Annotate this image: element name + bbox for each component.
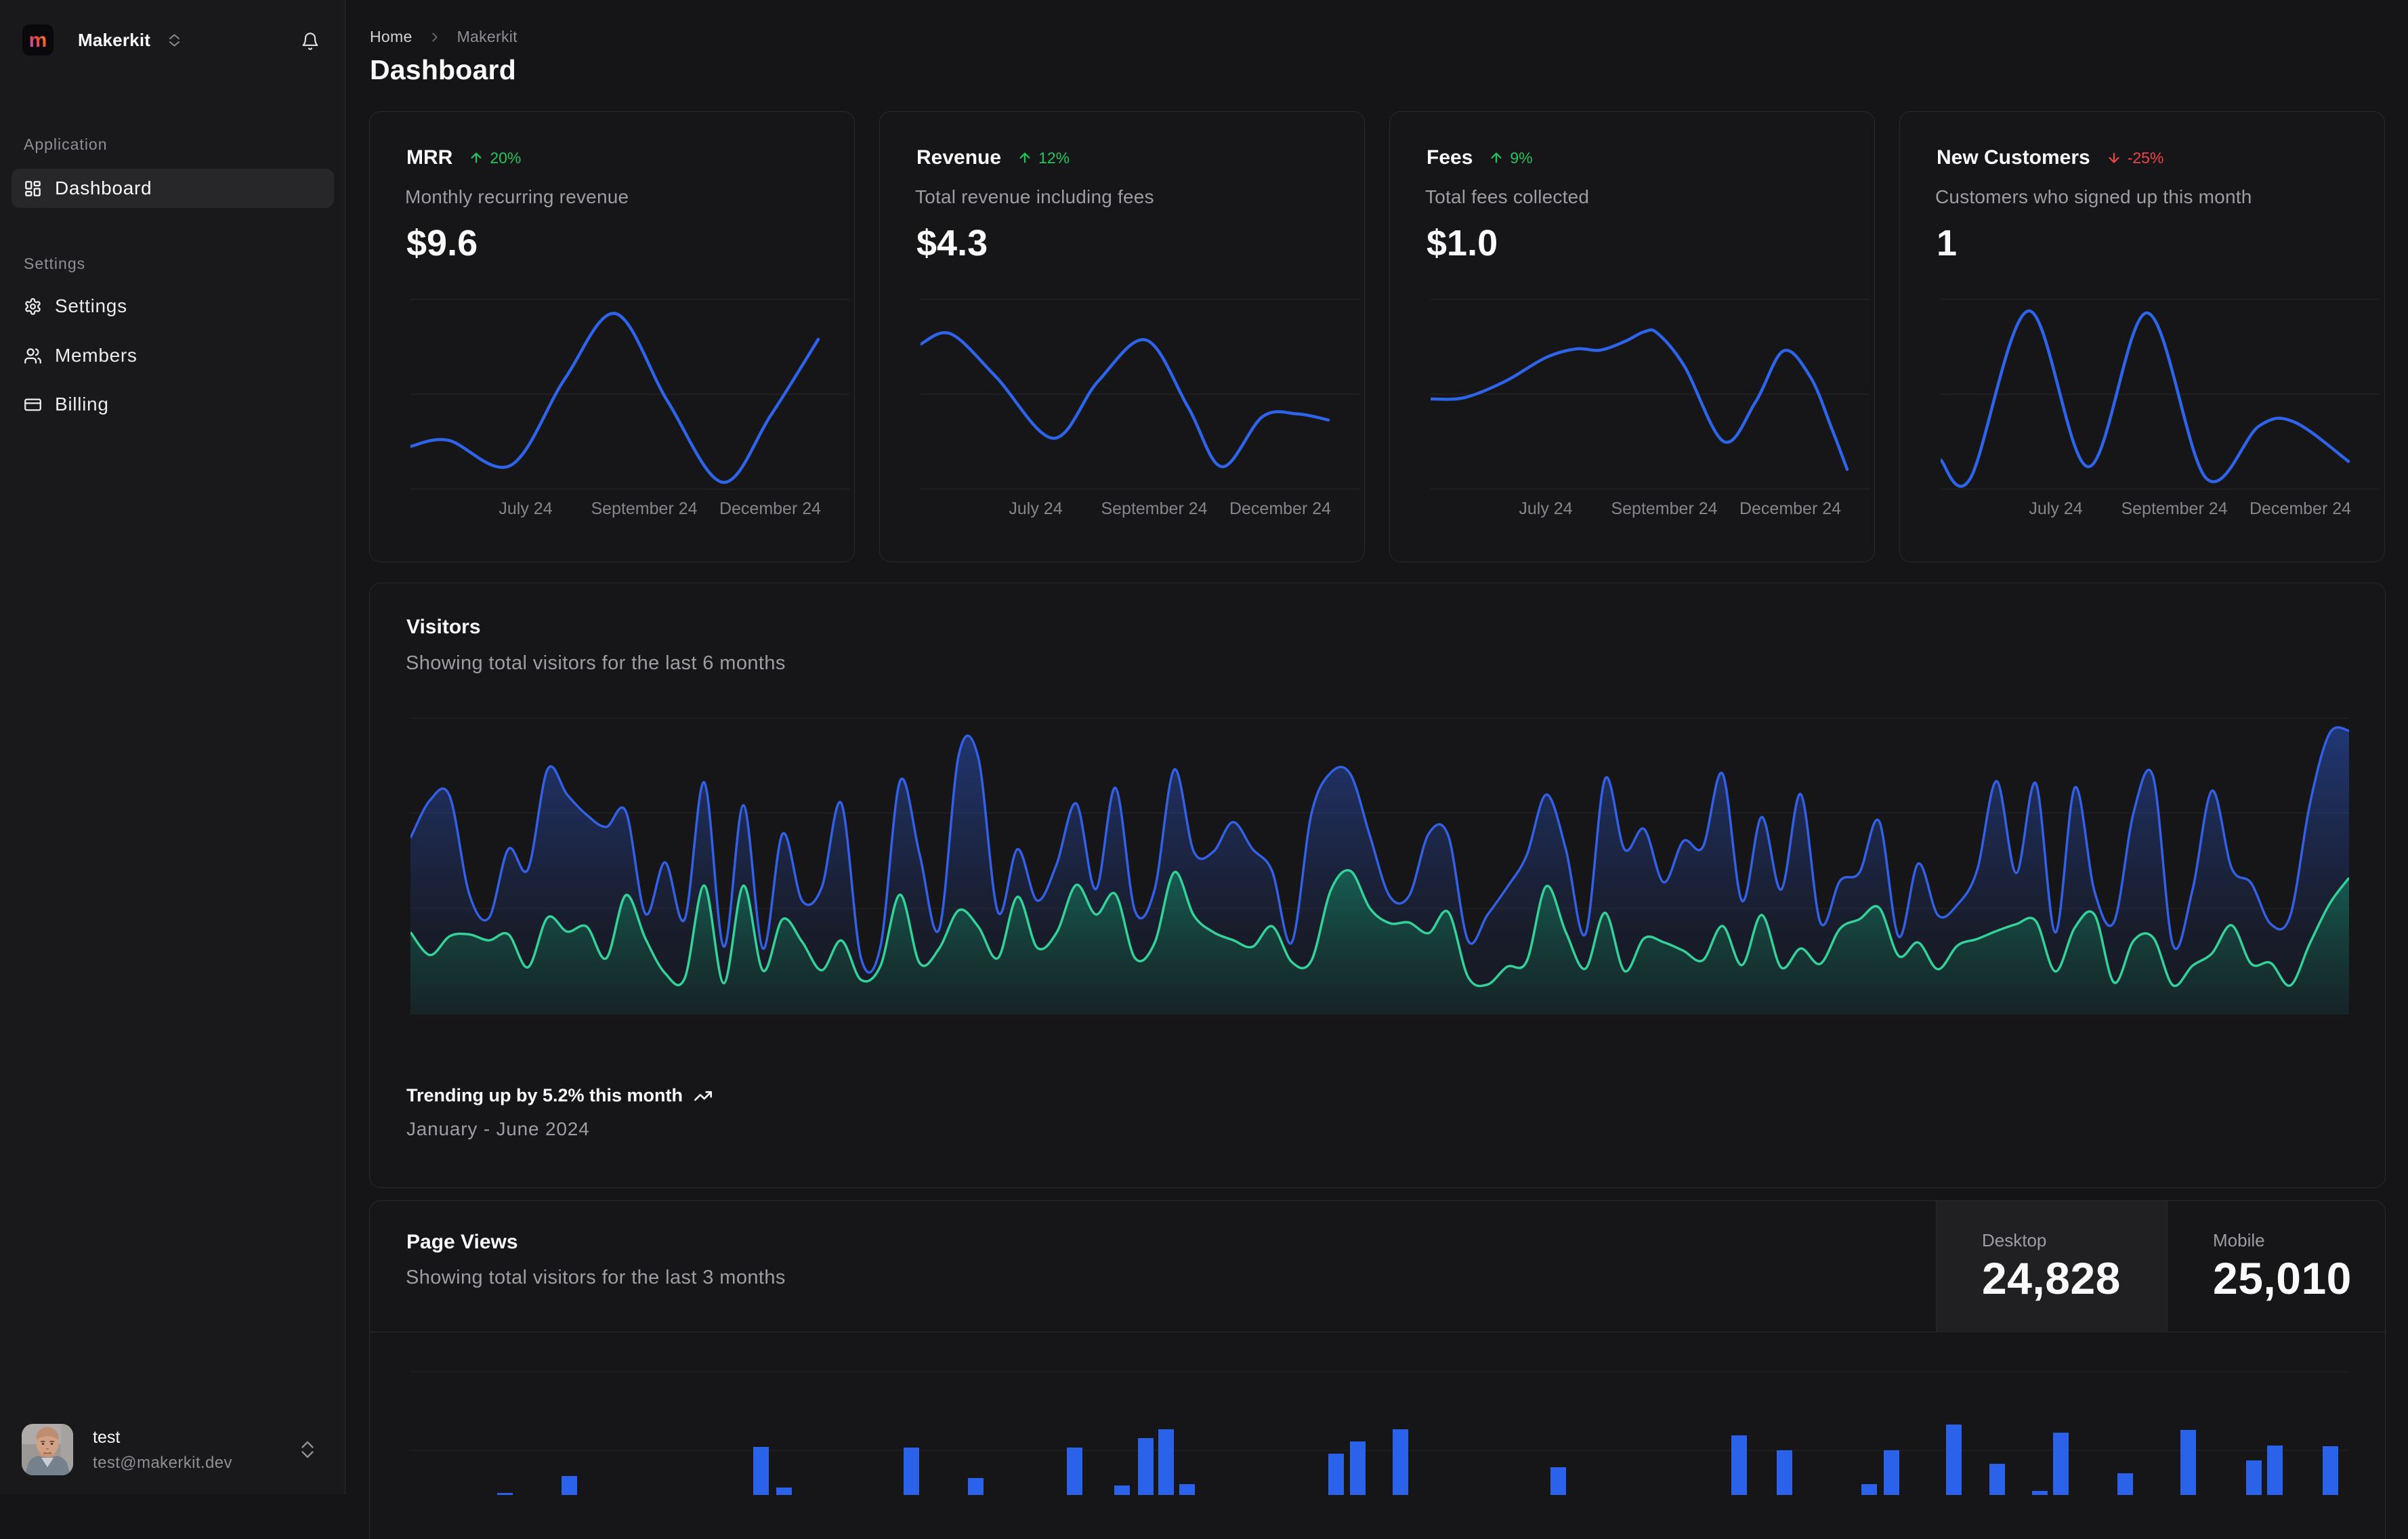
svg-text:m: m <box>29 29 47 51</box>
